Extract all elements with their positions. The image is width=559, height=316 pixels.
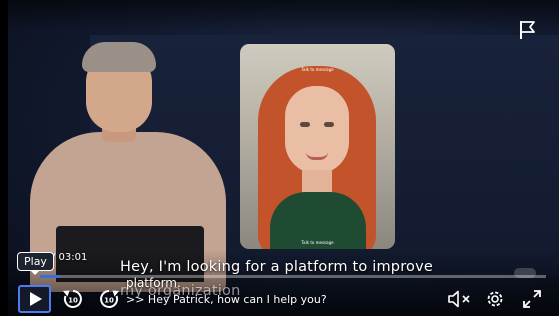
top-vignette	[0, 0, 559, 30]
fullscreen-icon	[523, 290, 541, 308]
fullscreen-button[interactable]	[520, 285, 544, 313]
avatar-call-card: Talk to message Talk to message	[240, 44, 395, 249]
video-player[interactable]: Talk to message Talk to message Hey, I'm…	[0, 0, 559, 316]
mute-button[interactable]	[445, 285, 475, 313]
forward-10-button[interactable]: 10	[96, 285, 122, 313]
volume-muted-icon	[448, 290, 470, 308]
live-caption-line-1: platform.	[126, 276, 181, 290]
avatar-card-caption: Talk to message	[301, 240, 334, 245]
settings-button[interactable]	[483, 285, 507, 313]
play-button[interactable]	[18, 285, 51, 313]
progress-fill	[40, 275, 61, 278]
play-tooltip: Play	[17, 252, 54, 275]
forward-10-icon: 10	[100, 290, 119, 308]
forward-seconds-label: 10	[104, 297, 114, 305]
time-readout: / 03:01	[52, 252, 88, 263]
presenter-video	[18, 40, 238, 292]
play-icon	[29, 292, 42, 306]
avatar-left-eye	[300, 122, 310, 127]
rewind-10-icon: 10	[63, 290, 82, 308]
presenter-hair	[82, 42, 156, 72]
avatar-face	[285, 86, 349, 174]
caption-line-1: Hey, I'm looking for a platform to impro…	[120, 259, 434, 275]
gear-icon	[487, 291, 503, 307]
progress-end-marker	[514, 268, 536, 278]
progress-bar[interactable]	[40, 275, 546, 278]
rewind-10-button[interactable]: 10	[60, 285, 86, 313]
avatar-card-tag: Talk to message	[301, 67, 334, 72]
flag-icon[interactable]	[518, 19, 538, 41]
live-caption-line-2: >> Hey Patrick, how can I help you?	[126, 293, 327, 306]
avatar-neck	[302, 170, 332, 194]
avatar-right-eye	[324, 122, 334, 127]
rewind-seconds-label: 10	[68, 297, 78, 305]
